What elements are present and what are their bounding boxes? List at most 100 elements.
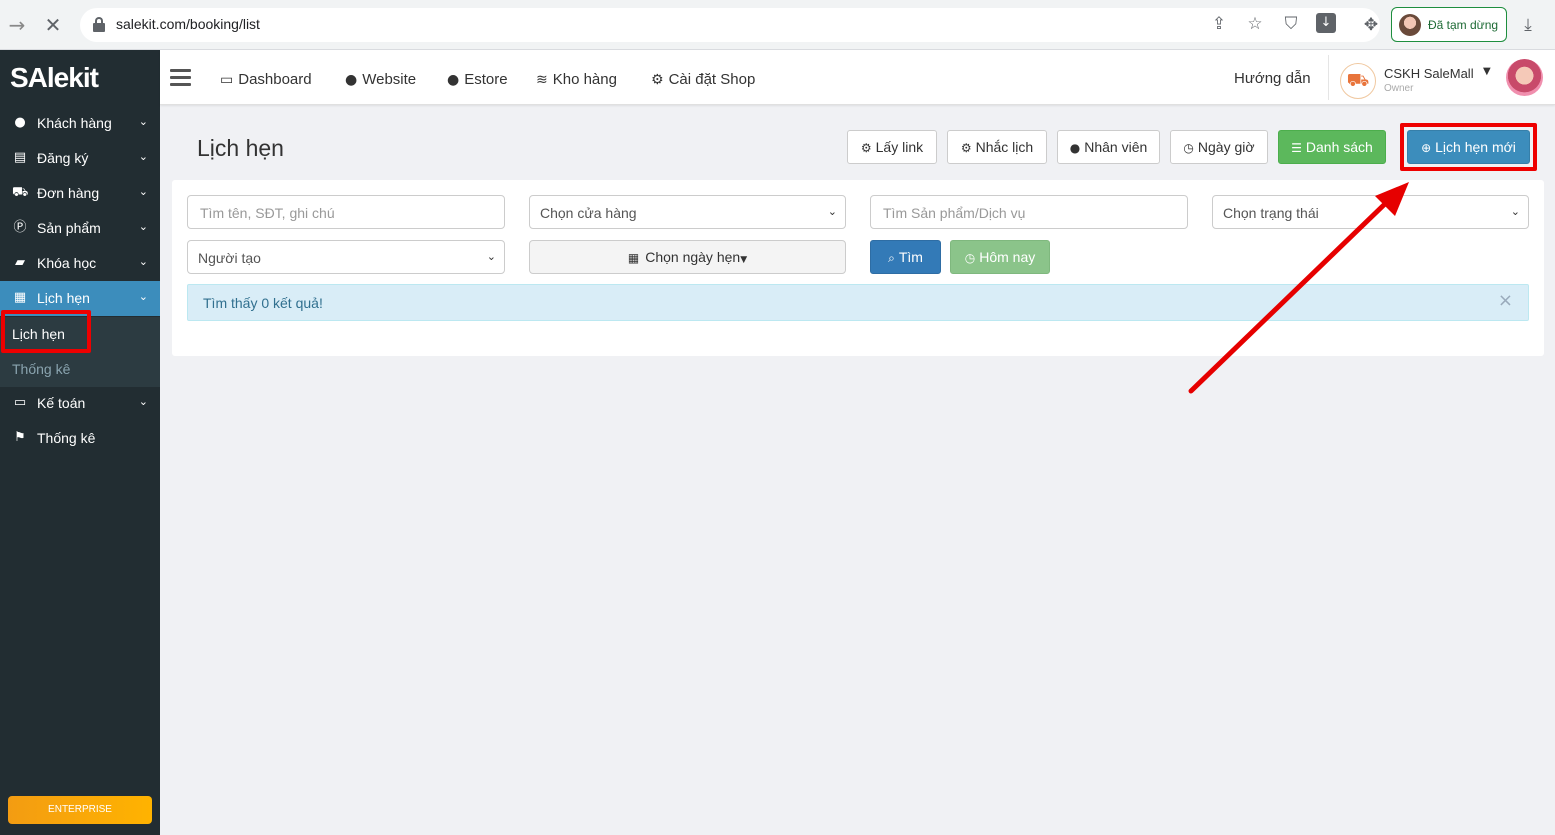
creator-select[interactable]: Người tạo ⌄ [187,240,505,274]
user-icon: ● [14,115,26,130]
list-icon: ▤ [13,150,27,165]
sidebar-item-label: Khóa học [37,255,97,271]
calendar-icon: ▦ [13,290,27,305]
browser-toolbar: → ✕ salekit.com/booking/list ⇪ ☆ ⛉ ↓ ✥ Đ… [0,0,1555,50]
user-icon: ● [1069,141,1081,155]
creator-select-value: Người tạo [198,250,261,266]
divider [1328,55,1329,100]
chevron-down-icon: ⌄ [138,115,148,128]
nav-label: Cài đặt Shop [668,71,756,88]
nav-label: Dashboard [238,71,312,88]
button-label: Tìm [898,249,923,265]
sidebar-item-label: Kế toán [37,395,86,411]
search-input[interactable]: Tìm tên, SĐT, ghi chú [187,195,505,229]
store-select[interactable]: Chọn cửa hàng ⌄ [529,195,846,229]
shop-role: Owner [1384,83,1414,94]
nav-shop-settings[interactable]: ⚙ Cài đặt Shop [651,71,755,88]
date-picker-label: Chọn ngày hẹn [645,249,741,265]
sidebar-item-customers[interactable]: ● Khách hàng ⌄ [0,106,160,141]
button-label: Nhân viên [1084,139,1148,155]
search-icon: ⌕ [888,251,895,265]
chevron-down-icon: ⌄ [138,290,148,303]
nav-label: Estore [464,71,508,88]
share-icon[interactable]: ⇪ [1208,13,1230,35]
nav-dashboard[interactable]: ▭ Dashboard [220,71,312,88]
sidebar-item-orders[interactable]: ⛟ Đơn hàng ⌄ [0,176,160,211]
button-label: Lấy link [875,139,924,155]
clock-icon: ◷ [1183,141,1194,155]
sidebar-item-statistics[interactable]: ⚑ Thống kê [0,421,160,456]
sidebar-item-label: Lịch hẹn [37,290,90,306]
button-label: Danh sách [1305,139,1373,155]
datetime-button[interactable]: ◷ Ngày giờ [1170,130,1268,164]
highlight-box-submenu [1,310,91,353]
close-icon[interactable]: × [1498,290,1513,311]
caret-down-icon[interactable]: ▼ [1483,66,1491,77]
chevron-down-icon: ⌄ [138,255,148,268]
monitor-icon: ▭ [220,72,234,88]
sidebar-item-label: Khách hàng [37,115,112,131]
stop-loading-icon[interactable]: ✕ [42,14,64,36]
forward-icon[interactable]: → [6,14,28,36]
sidebar-item-label: Đăng ký [37,150,89,166]
download-extension-icon[interactable]: ↓ [1316,13,1336,33]
sidebar-item-label: Thống kê [37,430,96,446]
lock-icon [93,17,105,32]
shop-name[interactable]: CSKH SaleMall [1384,66,1474,81]
remind-button[interactable]: ⚙ Nhắc lịch [947,130,1047,164]
address-bar[interactable]: salekit.com/booking/list ⇪ ☆ ⛉ ↓ [80,8,1380,42]
highlight-box-new-button [1400,123,1537,171]
star-icon[interactable]: ☆ [1244,13,1266,35]
gear-icon: ⚙ [960,141,972,155]
sidebar-item-courses[interactable]: ▰ Khóa học ⌄ [0,246,160,281]
caret-down-icon: ▼ [740,255,748,265]
button-label: Nhắc lịch [975,139,1034,155]
sidebar-item-accounting[interactable]: ▭ Kế toán ⌄ [0,386,160,421]
gear-icon: ⚙ [651,72,664,88]
nav-label: Kho hàng [552,71,617,88]
user-avatar[interactable] [1506,59,1543,96]
globe-icon: ● [447,72,460,88]
sidebar: SAlekit ● Khách hàng ⌄ ▤ Đăng ký ⌄ ⛟ Đơn… [0,50,160,835]
sidebar-item-products[interactable]: Ⓟ Sản phẩm ⌄ [0,211,160,246]
paused-label: Đã tạm dừng [1428,18,1499,32]
submenu-item-statistics[interactable]: Thống kê [12,361,70,377]
today-button[interactable]: ◷ Hôm nay [950,240,1050,274]
chevron-down-icon: ⌄ [827,205,837,218]
shield-icon[interactable]: ⛉ [1280,13,1302,35]
get-link-button[interactable]: ⚙ Lấy link [847,130,937,164]
salekit-logo[interactable]: SAlekit [10,62,99,94]
hamburger-menu-icon[interactable] [170,69,191,87]
nav-warehouse[interactable]: ≋ Kho hàng [536,71,617,88]
store-select-value: Chọn cửa hàng [540,205,637,221]
profile-paused-button[interactable]: Đã tạm dừng [1391,7,1507,42]
nav-label: Website [362,71,417,88]
sidebar-item-registrations[interactable]: ▤ Đăng ký ⌄ [0,141,160,176]
list-view-button[interactable]: ☰ Danh sách [1278,130,1386,164]
chevron-down-icon: ⌄ [486,250,496,263]
puzzle-icon[interactable]: ✥ [1360,14,1382,36]
product-search-input[interactable]: Tìm Sản phẩm/Dịch vụ [870,195,1188,229]
chevron-down-icon: ⌄ [1510,205,1520,218]
result-message: Tìm thấy 0 kết quả! [203,295,323,311]
date-picker-button[interactable]: ▦ Chọn ngày hẹn▼ [529,240,846,274]
downloads-icon[interactable]: ⤓ [1517,14,1539,36]
list-icon: ☰ [1291,141,1302,155]
enterprise-badge[interactable]: ENTERPRISE [8,796,152,824]
shop-cart-logo-icon[interactable]: ⛟ [1340,63,1376,99]
search-button[interactable]: ⌕ Tìm [870,240,941,274]
calendar-icon: ▦ [627,251,640,265]
nav-website[interactable]: ● Website [345,71,416,88]
url-text[interactable]: salekit.com/booking/list [116,16,260,32]
globe-icon: ● [345,72,358,88]
chevron-down-icon: ⌄ [138,185,148,198]
staff-button[interactable]: ● Nhân viên [1057,130,1160,164]
nav-estore[interactable]: ● Estore [447,71,508,88]
book-icon: ▰ [15,255,25,270]
flag-icon: ⚑ [14,430,26,445]
top-navbar: ▭ Dashboard ● Website ● Estore ≋ Kho hàng ⚙ C… [160,50,1555,105]
cart-icon: ⛟ [12,185,29,200]
chevron-down-icon: ⌄ [138,150,148,163]
guide-link[interactable]: Hướng dẫn [1234,70,1311,87]
search-placeholder: Tìm tên, SĐT, ghi chú [200,205,335,221]
